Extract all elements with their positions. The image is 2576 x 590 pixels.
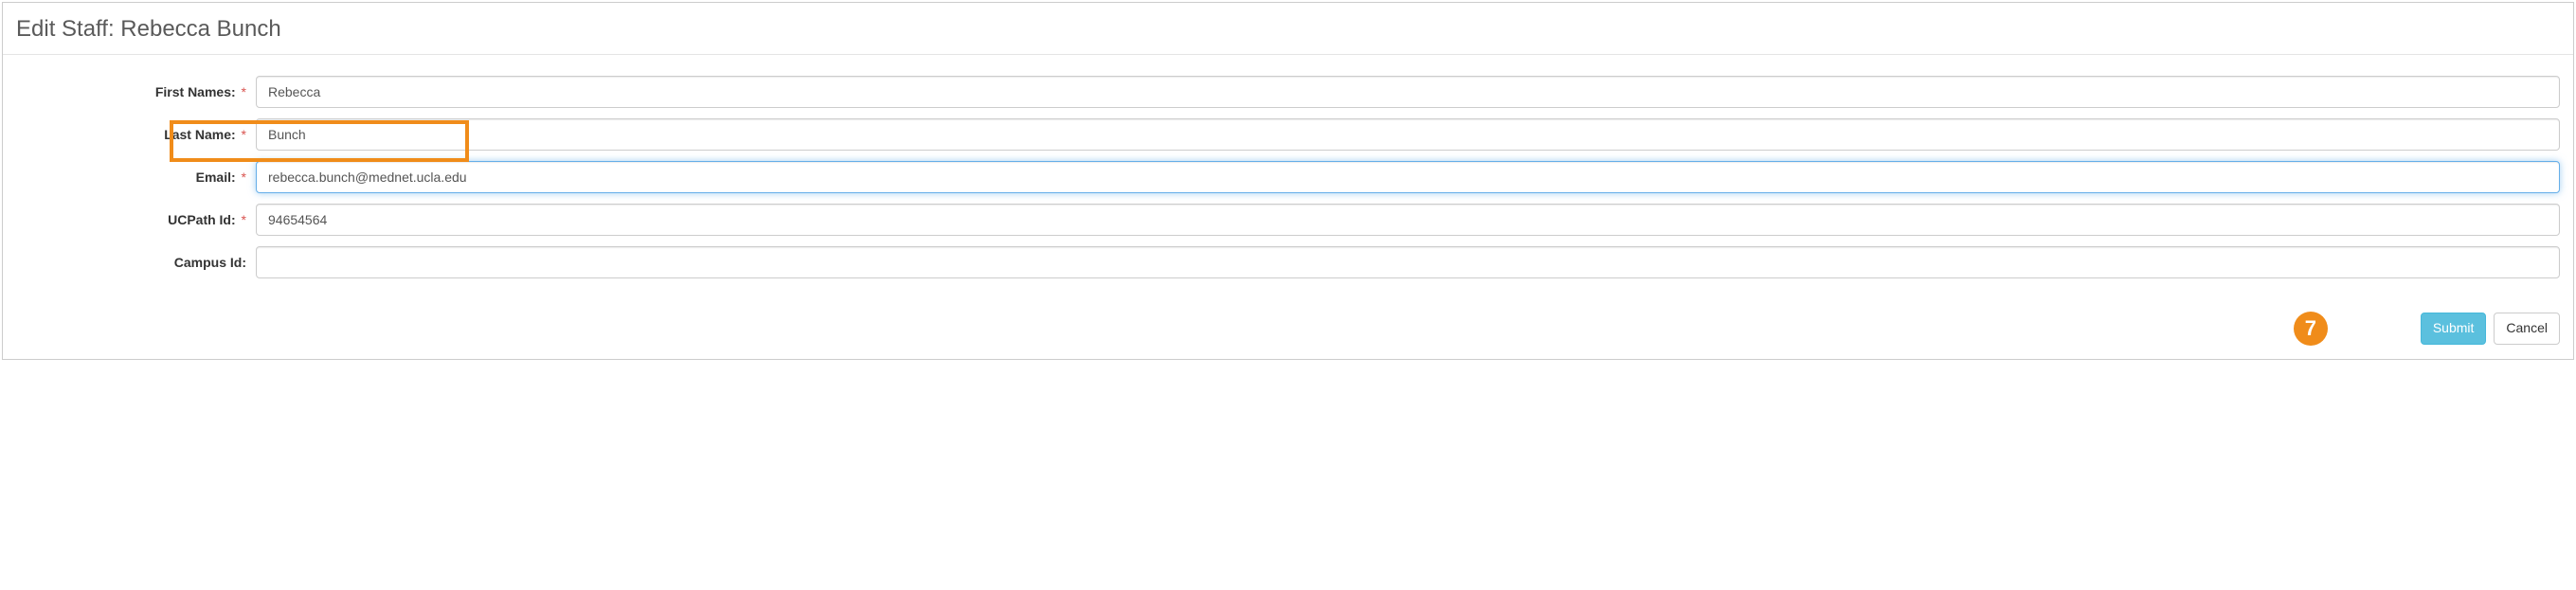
submit-button[interactable]: Submit <box>2421 313 2487 345</box>
required-marker: * <box>242 127 246 142</box>
edit-staff-panel: Edit Staff: Rebecca Bunch First Names: *… <box>2 2 2574 360</box>
cancel-button[interactable]: Cancel <box>2494 313 2560 345</box>
row-campus-id: Campus Id: <box>16 246 2560 278</box>
campus-id-input[interactable] <box>256 246 2560 278</box>
label-email: Email: * <box>16 170 256 185</box>
label-campus-id: Campus Id: <box>16 255 256 270</box>
row-last-name: Last Name: * <box>16 118 2560 151</box>
label-first-names: First Names: * <box>16 84 256 99</box>
label-ucpath-id: UCPath Id: * <box>16 212 256 227</box>
panel-footer: 7 Submit Cancel <box>3 302 2573 359</box>
panel-header: Edit Staff: Rebecca Bunch <box>3 3 2573 55</box>
row-first-names: First Names: * <box>16 76 2560 108</box>
page-title: Edit Staff: Rebecca Bunch <box>16 16 2560 43</box>
last-name-input[interactable] <box>256 118 2560 151</box>
required-marker: * <box>242 170 246 185</box>
row-email: Email: * <box>16 161 2560 193</box>
first-names-input[interactable] <box>256 76 2560 108</box>
required-marker: * <box>242 84 246 99</box>
label-last-name: Last Name: * <box>16 127 256 142</box>
required-marker: * <box>242 212 246 227</box>
step-badge: 7 <box>2294 312 2328 346</box>
ucpath-id-input[interactable] <box>256 204 2560 236</box>
email-input[interactable] <box>256 161 2560 193</box>
row-ucpath-id: UCPath Id: * <box>16 204 2560 236</box>
form-body: First Names: * Last Name: * Email: * UCP… <box>3 55 2573 302</box>
